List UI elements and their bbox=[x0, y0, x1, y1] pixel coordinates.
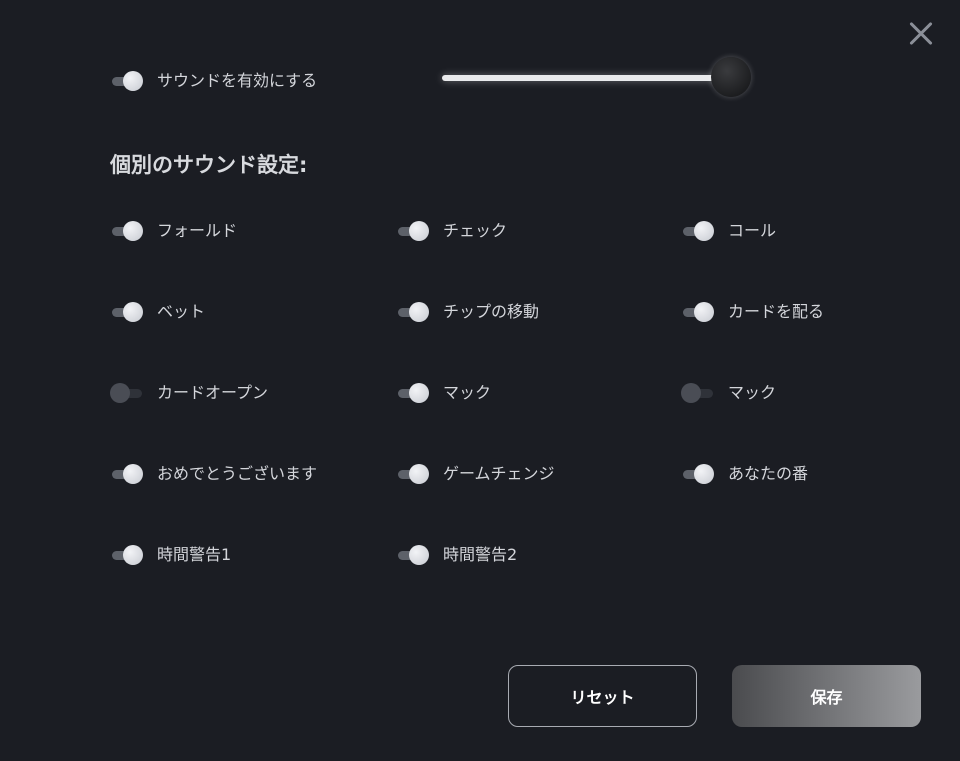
toggle-chip-move[interactable] bbox=[396, 302, 430, 322]
toggle-knob bbox=[123, 464, 143, 484]
toggle-call[interactable] bbox=[681, 221, 715, 241]
label-congratulations: おめでとうございます bbox=[157, 464, 318, 483]
toggle-knob bbox=[110, 383, 130, 403]
close-icon[interactable] bbox=[905, 18, 937, 50]
toggle-bet[interactable] bbox=[110, 302, 144, 322]
toggle-knob bbox=[409, 221, 429, 241]
master-sound-toggle[interactable] bbox=[110, 71, 144, 91]
label-muck-2: マック bbox=[728, 383, 777, 402]
toggle-knob bbox=[694, 302, 714, 322]
label-check: チェック bbox=[443, 221, 508, 240]
toggle-knob bbox=[123, 302, 143, 322]
label-your-turn: あなたの番 bbox=[728, 464, 809, 483]
toggle-knob bbox=[681, 383, 701, 403]
toggle-knob bbox=[694, 221, 714, 241]
label-time-warning-1: 時間警告1 bbox=[157, 545, 232, 564]
toggle-time-warning-1[interactable] bbox=[110, 545, 144, 565]
toggle-knob bbox=[123, 71, 143, 91]
toggle-knob bbox=[694, 464, 714, 484]
toggle-card-open[interactable] bbox=[110, 383, 144, 403]
save-button[interactable]: 保存 bbox=[732, 665, 921, 727]
label-chip-move: チップの移動 bbox=[443, 302, 540, 321]
label-time-warning-2: 時間警告2 bbox=[443, 545, 518, 564]
individual-sound-heading: 個別のサウンド設定: bbox=[110, 153, 308, 177]
toggle-check[interactable] bbox=[396, 221, 430, 241]
toggle-knob bbox=[409, 545, 429, 565]
toggle-game-change[interactable] bbox=[396, 464, 430, 484]
toggle-knob bbox=[409, 302, 429, 322]
label-fold: フォールド bbox=[157, 221, 238, 240]
label-bet: ベット bbox=[157, 302, 206, 321]
reset-button[interactable]: リセット bbox=[508, 665, 697, 727]
label-call: コール bbox=[728, 221, 777, 240]
volume-slider-thumb[interactable] bbox=[711, 57, 751, 97]
toggle-deal-cards[interactable] bbox=[681, 302, 715, 322]
toggle-your-turn[interactable] bbox=[681, 464, 715, 484]
toggle-knob bbox=[123, 221, 143, 241]
label-muck-1: マック bbox=[443, 383, 492, 402]
toggle-congratulations[interactable] bbox=[110, 464, 144, 484]
master-sound-label: サウンドを有効にする bbox=[157, 71, 318, 90]
toggle-knob bbox=[123, 545, 143, 565]
volume-slider[interactable] bbox=[442, 57, 752, 100]
toggle-knob bbox=[409, 383, 429, 403]
label-game-change: ゲームチェンジ bbox=[443, 464, 555, 483]
toggle-fold[interactable] bbox=[110, 221, 144, 241]
label-card-open: カードオープン bbox=[157, 383, 269, 402]
toggle-muck-1[interactable] bbox=[396, 383, 430, 403]
label-deal-cards: カードを配る bbox=[728, 302, 825, 321]
toggle-muck-2[interactable] bbox=[681, 383, 715, 403]
toggle-knob bbox=[409, 464, 429, 484]
volume-slider-rail bbox=[442, 75, 722, 81]
toggle-time-warning-2[interactable] bbox=[396, 545, 430, 565]
